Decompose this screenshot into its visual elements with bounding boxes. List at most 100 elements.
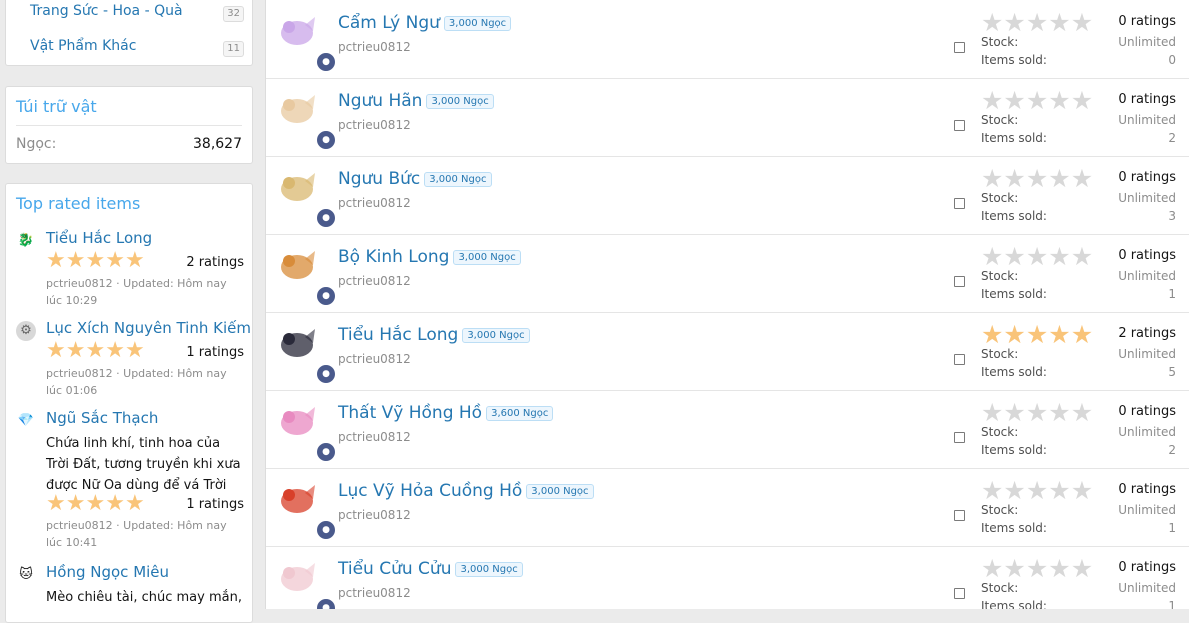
item-title-link[interactable]: Tiểu Cửu Cửu	[338, 559, 451, 579]
top-rated-item[interactable]: 🐉 Tiểu Hắc Long ★★★★★ 2 ratings pctrieu0…	[16, 229, 244, 309]
star-icon[interactable]: ★	[1026, 556, 1048, 581]
select-checkbox[interactable]	[954, 120, 965, 131]
select-checkbox[interactable]	[954, 198, 965, 209]
item-thumbnail[interactable]: ●	[275, 11, 337, 73]
star-icon[interactable]: ★	[1071, 478, 1093, 503]
star-icon[interactable]: ★	[981, 244, 1003, 269]
star-icon[interactable]: ★	[1003, 88, 1025, 113]
star-icon[interactable]: ★	[1003, 10, 1025, 35]
star-icon[interactable]: ★	[1071, 400, 1093, 425]
star-icon[interactable]: ★	[1048, 400, 1070, 425]
item-author[interactable]: pctrieu0812	[338, 118, 411, 132]
star-icon[interactable]: ★	[1003, 400, 1025, 425]
item-title-link[interactable]: Ngưu Bức	[338, 169, 420, 189]
star-icon[interactable]: ★	[1048, 556, 1070, 581]
item-author[interactable]: pctrieu0812	[338, 508, 411, 522]
star-icon[interactable]: ★	[1026, 10, 1048, 35]
item-author[interactable]: pctrieu0812	[338, 40, 411, 54]
star-icon[interactable]: ★	[1071, 244, 1093, 269]
star-icon[interactable]: ★	[1003, 478, 1025, 503]
rating-stars[interactable]: ★★★★★	[981, 556, 1093, 581]
item-thumbnail[interactable]: ●	[275, 245, 337, 307]
item-title-link[interactable]: Cẩm Lý Ngư	[338, 13, 440, 33]
star-icon[interactable]: ★	[981, 10, 1003, 35]
select-checkbox[interactable]	[954, 510, 965, 521]
rating-stars[interactable]: ★★★★★	[981, 10, 1093, 35]
star-icon[interactable]: ★	[1048, 88, 1070, 113]
rating-stars[interactable]: ★★★★★	[981, 478, 1093, 503]
star-icon[interactable]: ★	[1026, 322, 1048, 347]
star-icon[interactable]: ★	[981, 556, 1003, 581]
star-icon[interactable]: ★	[1071, 166, 1093, 191]
top-rated-item[interactable]: 🐱 Hồng Ngọc Miêu Mèo chiêu tài, chúc may…	[16, 563, 244, 623]
item-name[interactable]: Hồng Ngọc Miêu	[46, 563, 169, 581]
rating-stars[interactable]: ★★★★★	[981, 88, 1093, 113]
item-title-link[interactable]: Lục Vỹ Hỏa Cuồng Hồ	[338, 481, 522, 501]
star-icon[interactable]: ★	[1026, 244, 1048, 269]
rating-stars[interactable]: ★★★★★	[981, 400, 1093, 425]
item-thumbnail[interactable]: ●	[275, 557, 337, 609]
star-icon[interactable]: ★	[1071, 10, 1093, 35]
star-icon[interactable]: ★	[1003, 556, 1025, 581]
item-thumbnail[interactable]: ●	[275, 89, 337, 151]
item-author[interactable]: pctrieu0812	[338, 274, 411, 288]
category-item[interactable]: Vật Phẩm Khác 11	[30, 38, 244, 60]
item-thumbnail[interactable]: ●	[275, 479, 337, 541]
top-rated-item[interactable]: ⚙ Lục Xích Nguyên Tinh Kiếm ★★★★★ 1 rati…	[16, 319, 251, 399]
rating-stars[interactable]: ★★★★★	[981, 322, 1093, 347]
category-label[interactable]: Vật Phẩm Khác	[30, 38, 136, 54]
item-author[interactable]: pctrieu0812	[338, 430, 411, 444]
star-icon[interactable]: ★	[1048, 244, 1070, 269]
star-icon[interactable]: ★	[1048, 478, 1070, 503]
item-title-link[interactable]: Thất Vỹ Hồng Hồ	[338, 403, 482, 423]
avatar[interactable]: ●	[315, 597, 337, 609]
select-checkbox[interactable]	[954, 42, 965, 53]
star-icon[interactable]: ★	[981, 478, 1003, 503]
avatar[interactable]: ●	[315, 285, 337, 307]
star-icon[interactable]: ★	[1071, 88, 1093, 113]
star-icon[interactable]: ★	[981, 88, 1003, 113]
avatar[interactable]: ●	[315, 207, 337, 229]
star-icon[interactable]: ★	[1003, 244, 1025, 269]
star-icon[interactable]: ★	[1026, 166, 1048, 191]
star-icon[interactable]: ★	[1048, 10, 1070, 35]
star-icon[interactable]: ★	[1048, 166, 1070, 191]
item-author[interactable]: pctrieu0812	[338, 352, 411, 366]
star-icon[interactable]: ★	[1003, 322, 1025, 347]
item-thumbnail[interactable]: ●	[275, 401, 337, 463]
rating-stars[interactable]: ★★★★★	[981, 166, 1093, 191]
avatar[interactable]: ●	[315, 441, 337, 463]
item-author[interactable]: pctrieu0812	[338, 196, 411, 210]
avatar[interactable]: ●	[315, 129, 337, 151]
star-icon[interactable]: ★	[1026, 400, 1048, 425]
item-thumbnail[interactable]: ●	[275, 323, 337, 385]
item-title-link[interactable]: Bộ Kinh Long	[338, 247, 449, 267]
star-icon[interactable]: ★	[981, 400, 1003, 425]
item-thumbnail[interactable]: ●	[275, 167, 337, 229]
star-icon[interactable]: ★	[1026, 88, 1048, 113]
item-title-link[interactable]: Ngưu Hãn	[338, 91, 422, 111]
rating-stars[interactable]: ★★★★★	[981, 244, 1093, 269]
avatar[interactable]: ●	[315, 519, 337, 541]
item-name[interactable]: Tiểu Hắc Long	[46, 229, 152, 247]
item-name[interactable]: Ngũ Sắc Thạch	[46, 409, 158, 427]
item-author[interactable]: pctrieu0812	[338, 586, 411, 600]
select-checkbox[interactable]	[954, 354, 965, 365]
avatar[interactable]: ●	[315, 363, 337, 385]
star-icon[interactable]: ★	[1071, 556, 1093, 581]
category-item[interactable]: Trang Sức - Hoa - Quà 32	[30, 3, 244, 25]
star-icon[interactable]: ★	[1048, 322, 1070, 347]
select-checkbox[interactable]	[954, 276, 965, 287]
star-icon[interactable]: ★	[981, 322, 1003, 347]
select-checkbox[interactable]	[954, 588, 965, 599]
category-label[interactable]: Trang Sức - Hoa - Quà	[30, 3, 183, 19]
star-icon[interactable]: ★	[1071, 322, 1093, 347]
select-checkbox[interactable]	[954, 432, 965, 443]
avatar[interactable]: ●	[315, 51, 337, 73]
item-title-link[interactable]: Tiểu Hắc Long	[338, 325, 458, 345]
item-name[interactable]: Lục Xích Nguyên Tinh Kiếm	[46, 319, 251, 337]
star-icon[interactable]: ★	[981, 166, 1003, 191]
star-icon[interactable]: ★	[1003, 166, 1025, 191]
top-rated-item[interactable]: 💎 Ngũ Sắc Thạch Chứa linh khí, tinh hoa …	[16, 409, 244, 549]
star-icon[interactable]: ★	[1026, 478, 1048, 503]
